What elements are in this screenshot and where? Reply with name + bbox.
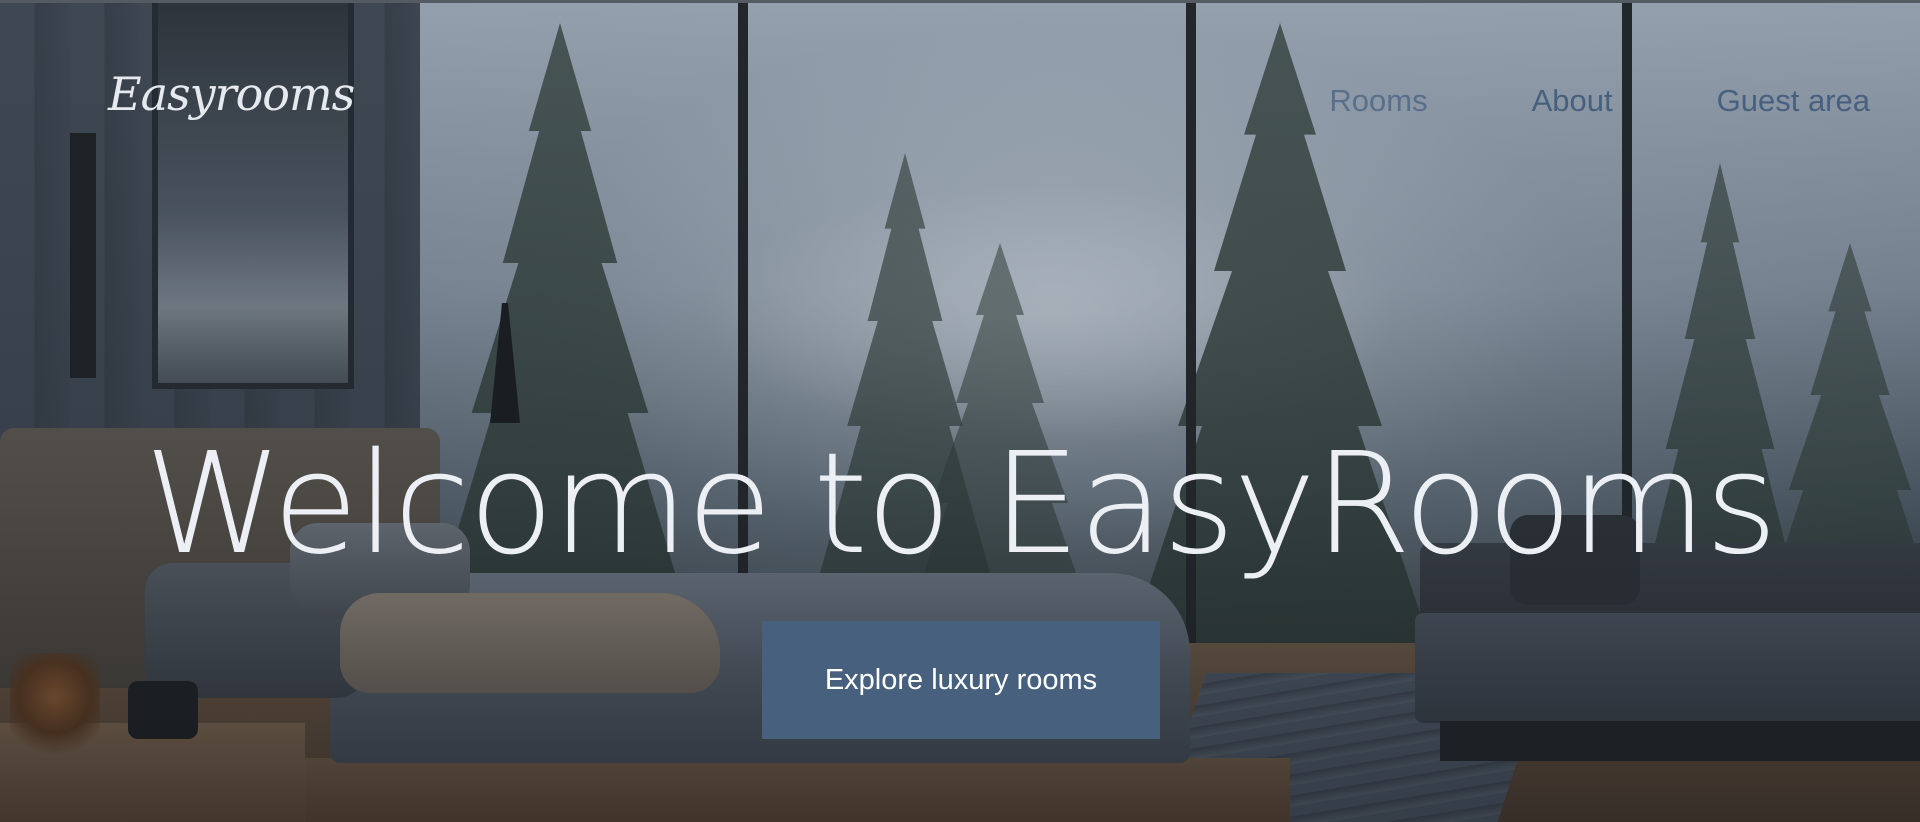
nav-link-guest-area[interactable]: Guest area xyxy=(1717,83,1870,119)
explore-rooms-button[interactable]: Explore luxury rooms xyxy=(762,621,1160,739)
brand-logo[interactable]: Easyrooms xyxy=(108,67,355,121)
main-nav: Rooms About Guest area xyxy=(1329,83,1870,119)
nav-link-about[interactable]: About xyxy=(1532,83,1613,119)
hero-headline: Welcome to EasyRooms xyxy=(144,423,1778,586)
nav-link-rooms[interactable]: Rooms xyxy=(1329,83,1427,119)
hero-section: Easyrooms Rooms About Guest area Welcome… xyxy=(0,0,1920,822)
